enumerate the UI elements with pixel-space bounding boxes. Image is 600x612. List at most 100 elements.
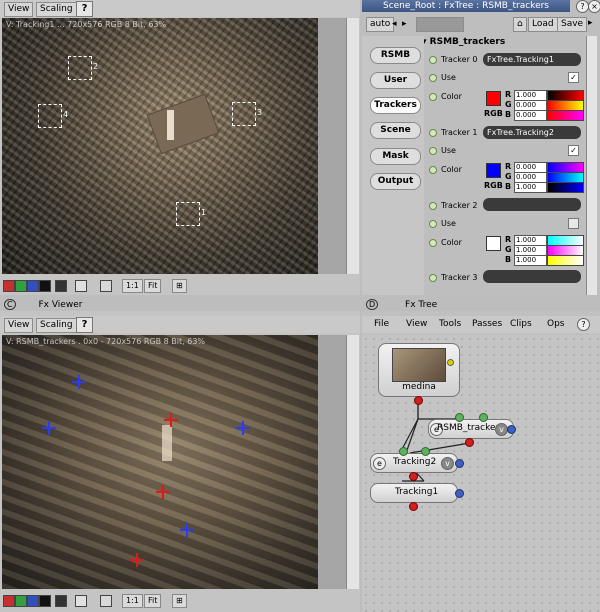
blue-gradient-slider[interactable] — [547, 110, 584, 121]
red-channel-toggle[interactable] — [3, 595, 15, 607]
tracking1-output-port[interactable] — [455, 489, 464, 498]
medina-output-port[interactable] — [447, 359, 454, 366]
node-graph-canvas[interactable]: medina e RSMB_trackers v e Tracking2 v T… — [362, 335, 600, 612]
ops-menu[interactable]: Ops — [547, 319, 565, 329]
tracking2-input-port-2[interactable] — [421, 447, 430, 456]
animation-dot[interactable] — [429, 56, 437, 64]
tracker-2-use-checkbox[interactable] — [568, 218, 579, 229]
rsmb-input-port-2[interactable] — [479, 413, 488, 422]
fit-button[interactable]: Fit — [144, 594, 162, 608]
tab-rsmb[interactable]: RSMB — [370, 47, 421, 64]
tracker-0-field[interactable]: FxTree.Tracking1 — [483, 53, 581, 66]
animation-dot[interactable] — [429, 93, 437, 101]
tracking2-bottom-port[interactable] — [409, 472, 418, 481]
tracker-2-b-value[interactable]: 1.000 — [514, 255, 547, 266]
tab-mask[interactable]: Mask — [370, 148, 421, 165]
green-channel-toggle[interactable] — [15, 280, 27, 292]
tools-menu[interactable]: Tools — [439, 319, 461, 329]
one-to-one-button[interactable]: 1:1 — [122, 594, 143, 608]
help-button[interactable]: ? — [76, 317, 93, 333]
passes-menu[interactable]: Passes — [472, 319, 502, 329]
tracking2-input-port-1[interactable] — [399, 447, 408, 456]
top-viewer-scrollbar[interactable] — [346, 18, 359, 274]
tracking1-node[interactable]: Tracking1 — [370, 483, 464, 511]
blue-gradient-slider[interactable] — [547, 182, 584, 193]
tracker-1-field[interactable]: FxTree.Tracking2 — [483, 126, 581, 139]
animation-dot[interactable] — [429, 239, 437, 247]
alpha-channel-toggle[interactable] — [39, 280, 51, 292]
tracker-2-color-swatch[interactable] — [486, 236, 501, 251]
load-button[interactable]: Load — [528, 17, 558, 32]
bottom-viewer-scrollbar[interactable] — [346, 335, 359, 589]
display-mode-icon[interactable] — [55, 280, 67, 292]
next-arrow-icon[interactable]: ▸ — [402, 19, 407, 29]
bottom-viewport-image[interactable]: V: RSMB_trackers . 0x0 - 720x576 RGB 8 B… — [2, 335, 318, 589]
display-mode-icon[interactable] — [55, 595, 67, 607]
tab-user[interactable]: User — [370, 72, 421, 89]
scaling-menu[interactable]: Scaling — [36, 318, 77, 333]
rsmb-output-port[interactable] — [507, 425, 516, 434]
fit-button[interactable]: Fit — [144, 279, 162, 293]
checker-icon[interactable] — [75, 280, 87, 292]
green-channel-toggle[interactable] — [15, 595, 27, 607]
tracker-marker-2[interactable]: 2 — [68, 56, 98, 80]
tracker-2-field[interactable] — [483, 198, 581, 211]
rsmb-input-port-1[interactable] — [455, 413, 464, 422]
animation-dot[interactable] — [429, 74, 437, 82]
blue-gradient-slider[interactable] — [547, 255, 584, 266]
tab-trackers[interactable]: Trackers — [370, 97, 421, 114]
medina-node[interactable]: medina — [378, 343, 460, 405]
animation-dot[interactable] — [429, 129, 437, 137]
checker-icon[interactable] — [75, 595, 87, 607]
help-button[interactable]: ? — [76, 1, 93, 17]
tracking1-bottom-port[interactable] — [409, 502, 418, 511]
one-to-one-button[interactable]: 1:1 — [122, 279, 143, 293]
tracker-marker-4[interactable]: 4 — [38, 104, 68, 128]
tracking2-e-badge[interactable]: e — [373, 457, 386, 470]
property-scrollbar[interactable] — [586, 36, 597, 295]
tracker-marker-1[interactable]: 1 — [176, 202, 206, 226]
blue-channel-toggle[interactable] — [27, 280, 39, 292]
fxtree-filter-button[interactable] — [416, 17, 464, 32]
close-icon[interactable]: × — [588, 0, 600, 13]
percent-zoom-icon[interactable] — [100, 280, 112, 292]
rsmb-bottom-port[interactable] — [465, 438, 474, 447]
tracker-1-color-swatch[interactable] — [486, 163, 501, 178]
fit-frame-icon[interactable]: ⊞ — [172, 594, 187, 608]
tracking2-output-port[interactable] — [455, 459, 464, 468]
auto-button[interactable]: auto — [366, 17, 395, 32]
fit-frame-icon[interactable]: ⊞ — [172, 279, 187, 293]
save-button[interactable]: Save — [557, 17, 588, 32]
view-menu[interactable]: View — [4, 2, 34, 17]
animation-dot[interactable] — [429, 220, 437, 228]
file-menu[interactable]: File — [374, 319, 389, 329]
rsmb-trackers-node[interactable]: e RSMB_trackers v — [428, 413, 516, 447]
tracker-marker-3[interactable]: 3 — [232, 102, 262, 126]
animation-dot[interactable] — [429, 147, 437, 155]
view-menu[interactable]: View — [4, 318, 34, 333]
tracker-0-color-swatch[interactable] — [486, 91, 501, 106]
tracker-1-use-checkbox[interactable]: ✓ — [568, 145, 579, 156]
view-menu[interactable]: View — [406, 319, 427, 329]
prev-arrow-icon[interactable]: ◂ — [392, 19, 397, 29]
animation-dot[interactable] — [429, 274, 437, 282]
tracker-3-field[interactable] — [483, 270, 581, 283]
blue-channel-toggle[interactable] — [27, 595, 39, 607]
lock-icon[interactable]: ⌂ — [513, 17, 527, 32]
tracker-0-b-value[interactable]: 0.000 — [514, 110, 547, 121]
tracker-1-b-value[interactable]: 1.000 — [514, 182, 547, 193]
section-header[interactable]: ▾ RSMB_trackers — [422, 37, 505, 47]
animation-dot[interactable] — [429, 166, 437, 174]
medina-bottom-port[interactable] — [414, 396, 423, 405]
alpha-channel-toggle[interactable] — [39, 595, 51, 607]
animation-dot[interactable] — [429, 202, 437, 210]
tracker-0-use-checkbox[interactable]: ✓ — [568, 72, 579, 83]
tracking2-node[interactable]: e Tracking2 v — [370, 447, 464, 481]
tab-scene[interactable]: Scene — [370, 122, 421, 139]
percent-zoom-icon[interactable] — [100, 595, 112, 607]
top-viewport-image[interactable]: V: Tracking1 ... 720x576 RGB 8 Bit, 63% … — [2, 18, 318, 274]
tab-output[interactable]: Output — [370, 173, 421, 190]
red-channel-toggle[interactable] — [3, 280, 15, 292]
fx-tree-help-icon[interactable]: ? — [577, 318, 590, 331]
scaling-menu[interactable]: Scaling — [36, 2, 77, 17]
